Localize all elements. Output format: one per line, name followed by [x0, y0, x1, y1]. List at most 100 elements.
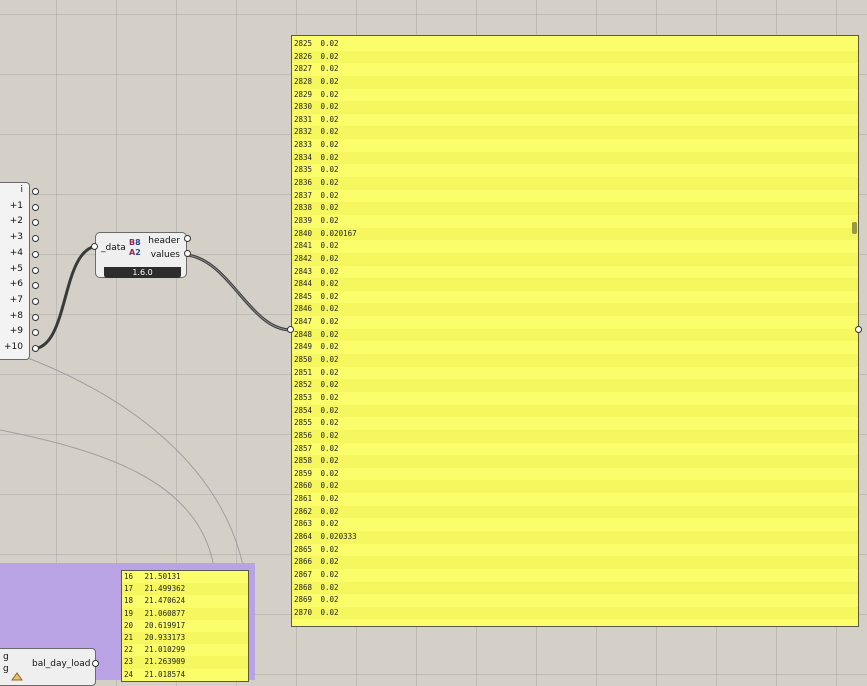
output-grip-7[interactable]	[32, 297, 39, 305]
output-grip-1[interactable]	[32, 203, 39, 211]
data-convert-component[interactable]: _data B8 A2 header values 1.6.0	[95, 232, 187, 278]
row-value: 0.02	[320, 595, 339, 605]
output-grip-8[interactable]	[32, 313, 39, 321]
row-index: 2849	[294, 342, 313, 352]
row-index: 2868	[294, 582, 313, 592]
row-value: 21.018574	[144, 669, 186, 679]
panel-row: 2861 0.02	[292, 493, 858, 506]
output-grip-header[interactable]	[184, 235, 191, 242]
panel-row: 2849 0.02	[292, 341, 858, 354]
panel-scroll-thumb[interactable]	[852, 222, 857, 234]
panel-output-grip[interactable]	[855, 326, 862, 333]
panel-row: 2826 0.02	[292, 50, 858, 64]
panel-row: 2870 0.02	[292, 606, 858, 620]
row-value: 0.02	[320, 329, 339, 339]
row-value: 0.02	[320, 152, 339, 162]
row-index: 2857	[294, 443, 313, 453]
panel-row: 2858 0.02	[292, 455, 858, 468]
row-index: 2835	[294, 165, 313, 175]
output-grip-3[interactable]	[32, 235, 39, 243]
row-value: 0.02	[320, 203, 339, 213]
row-value: 0.02	[320, 317, 339, 327]
row-value: 0.02	[320, 367, 339, 377]
row-index: 2853	[294, 392, 313, 402]
wire-to-data	[31, 244, 98, 351]
input-grip[interactable]	[91, 243, 98, 250]
panel-row: 2840 0.020167	[292, 227, 858, 241]
row-index: 2843	[294, 266, 313, 276]
panel-row: 2828 0.02	[292, 75, 858, 89]
row-value: 0.02	[320, 190, 339, 200]
row-index: 2846	[294, 304, 313, 314]
row-index: 2862	[294, 506, 313, 516]
panel-input-grip[interactable]	[287, 326, 294, 333]
panel-row: 2848 0.02	[292, 328, 858, 342]
row-index: 2829	[294, 89, 313, 99]
row-index: 2844	[294, 279, 313, 289]
output-label-8: +8	[9, 310, 23, 321]
panel-row: 2847 0.02	[292, 316, 858, 329]
row-value: 0.02	[320, 64, 339, 74]
row-value: 0.02	[320, 494, 339, 504]
bal-output-grip[interactable]	[92, 660, 99, 667]
panel-row: 2827 0.02	[292, 63, 858, 76]
panel-row: 2866 0.02	[292, 556, 858, 569]
values-row: 21 20.933173	[122, 631, 248, 645]
output-label-3: +3	[9, 232, 23, 243]
row-value: 20.619917	[144, 620, 186, 630]
row-index: 2837	[294, 190, 313, 200]
row-index: 2855	[294, 418, 313, 428]
row-value: 0.02	[320, 392, 339, 402]
row-index: 2842	[294, 253, 313, 263]
data-panel[interactable]: 2825 0.02 2826 0.02 2827 0.02 2828 0.02 2829…	[291, 35, 859, 627]
row-index: 2869	[294, 595, 313, 605]
panel-row: 2842 0.02	[292, 252, 858, 266]
row-index: 16	[124, 572, 134, 581]
row-value: 0.02	[320, 569, 339, 579]
output-grip-9[interactable]	[32, 329, 39, 337]
row-value: 0.02	[320, 266, 339, 276]
row-value: 0.02	[320, 165, 339, 175]
output-label-5: +5	[9, 263, 23, 274]
row-value: 0.02	[320, 76, 339, 86]
row-index: 2856	[294, 430, 313, 440]
row-index: 2827	[294, 64, 313, 74]
bal-day-load-component[interactable]: g g bal_day_load	[0, 648, 96, 686]
row-index: 2841	[294, 241, 313, 251]
row-value: 0.02	[320, 418, 339, 428]
panel-row: 2859 0.02	[292, 468, 858, 481]
row-value: 0.02	[320, 127, 339, 137]
row-value: 0.02	[320, 481, 339, 491]
row-index: 20	[124, 620, 134, 630]
row-value: 21.50131	[144, 572, 181, 581]
row-index: 2863	[294, 519, 313, 529]
panel-row: 2830 0.02	[292, 101, 858, 114]
row-index: 2867	[294, 569, 313, 579]
output-label-1: +1	[9, 200, 23, 211]
output-grip-2[interactable]	[32, 219, 39, 227]
panel-row: 2852 0.02	[292, 379, 858, 392]
row-index: 24	[124, 669, 134, 679]
row-value: 0.02	[320, 291, 339, 301]
row-index: 2854	[294, 405, 313, 415]
row-index: 22	[124, 645, 134, 655]
output-grip-5[interactable]	[32, 266, 39, 274]
output-grip-0[interactable]	[32, 188, 39, 195]
row-value: 0.02	[320, 456, 339, 466]
output-grip-values[interactable]	[184, 250, 191, 257]
values-panel[interactable]: 16 21.50131 17 21.499362 18 21.470624 19 21…	[121, 570, 249, 682]
row-index: 2832	[294, 127, 313, 137]
row-index: 2834	[294, 152, 313, 162]
row-value: 0.02	[320, 544, 339, 554]
row-value: 0.02	[320, 342, 339, 352]
row-value: 0.02	[320, 215, 339, 225]
values-row: 20 20.619917	[122, 620, 248, 632]
input-g-1: g	[3, 652, 9, 662]
series-output-component[interactable]: i +1 +2 +3 +4 +5 +6 +7 +8 +9 +10	[0, 182, 30, 360]
output-grip-10[interactable]	[32, 345, 39, 352]
values-panel-rows: 16 21.50131 17 21.499362 18 21.470624 19 21…	[122, 571, 248, 681]
panel-row: 2851 0.02	[292, 367, 858, 380]
output-grip-4[interactable]	[32, 250, 39, 258]
output-grip-6[interactable]	[32, 282, 39, 290]
panel-row: 2864 0.020333	[292, 530, 858, 544]
